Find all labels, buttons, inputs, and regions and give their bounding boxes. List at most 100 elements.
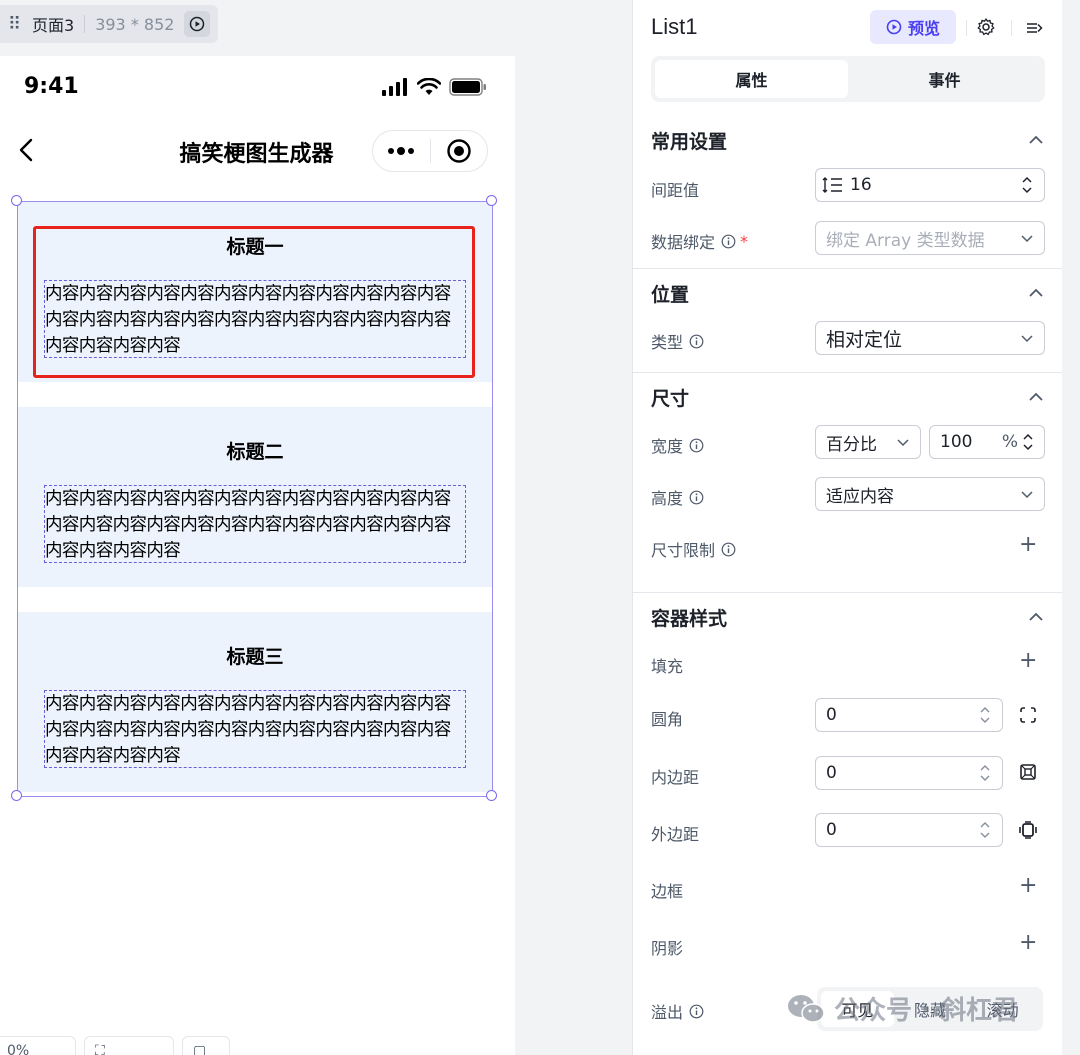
drag-handle-icon[interactable]: ⠿ (8, 14, 30, 35)
panel-tabs: 属性 事件 (651, 56, 1045, 102)
width-suffix: % (1001, 432, 1018, 452)
panel-header: List1 预览 (633, 0, 1063, 56)
watermark-text: 公众号 · 斜杠君 (834, 996, 1018, 1026)
add-fill-icon[interactable]: + (1019, 648, 1037, 673)
play-circle-icon (886, 19, 902, 35)
spacing-input[interactable]: 16 (815, 168, 1045, 202)
status-bar: 9:41 (0, 56, 515, 118)
history-button[interactable]: ▢ (182, 1036, 230, 1055)
radius-label: 圆角 (651, 710, 684, 729)
section-container-style[interactable]: 容器样式 (651, 602, 1045, 632)
history-icon: ▢ (193, 1043, 207, 1055)
padding-input[interactable]: 0 (815, 756, 1003, 790)
radius-value: 0 (826, 705, 837, 725)
height-label: 高度 (651, 489, 684, 508)
mini-program-capsule (372, 130, 488, 172)
navigation-bar: 搞笑梗图生成器 (0, 126, 515, 176)
stepper-icon[interactable] (978, 819, 992, 841)
border-label: 边框 (651, 882, 684, 901)
divider (84, 15, 86, 33)
wechat-icon (788, 994, 825, 1023)
chevron-up-icon[interactable] (1027, 284, 1045, 302)
spacing-value: 16 (850, 175, 872, 195)
info-icon[interactable] (689, 438, 704, 453)
add-border-icon[interactable]: + (1019, 873, 1037, 898)
play-circle-icon (190, 16, 205, 32)
gear-icon[interactable] (976, 17, 996, 37)
tab-properties[interactable]: 属性 (655, 60, 848, 98)
highlight-box (33, 226, 475, 378)
width-unit-select[interactable]: 百分比 (815, 425, 921, 459)
size-limit-label: 尺寸限制 (651, 541, 716, 560)
padding-label: 内边距 (651, 768, 700, 787)
chevron-down-icon (1021, 235, 1033, 243)
more-button[interactable] (373, 131, 430, 171)
required-mark: * (740, 231, 749, 251)
margin-label: 外边距 (651, 825, 700, 844)
width-label: 宽度 (651, 437, 684, 456)
chevron-up-icon[interactable] (1027, 388, 1045, 406)
add-shadow-icon[interactable]: + (1019, 930, 1037, 955)
add-size-limit-icon[interactable]: + (1019, 532, 1037, 557)
stepper-icon[interactable] (1022, 431, 1034, 453)
chevron-up-icon[interactable] (1027, 608, 1045, 626)
height-select[interactable]: 适应内容 (815, 477, 1045, 511)
wifi-icon (417, 78, 441, 95)
info-icon[interactable] (721, 542, 736, 557)
section-common[interactable]: 常用设置 (651, 125, 1045, 155)
width-value: 100 (940, 432, 973, 452)
radius-input[interactable]: 0 (815, 698, 1003, 732)
resize-handle[interactable] (11, 790, 22, 801)
close-mini-program-button[interactable] (431, 131, 488, 171)
padding-value: 0 (826, 763, 837, 783)
chevron-down-icon (1021, 491, 1033, 499)
data-binding-placeholder: 绑定 Array 类型数据 (826, 230, 985, 251)
stepper-icon[interactable] (978, 704, 992, 726)
margin-icon[interactable] (1019, 821, 1037, 839)
data-binding-select[interactable]: 绑定 Array 类型数据 (815, 221, 1045, 255)
page-tab[interactable]: ⠿ 页面3 393 * 852 (0, 5, 218, 43)
info-icon[interactable] (689, 490, 704, 505)
signal-icon (382, 78, 407, 96)
zoom-select[interactable]: 0% (0, 1036, 76, 1055)
spacing-label: 间距值 (651, 181, 700, 200)
width-input[interactable]: 100 % (929, 425, 1045, 459)
section-title: 尺寸 (651, 387, 690, 410)
info-icon[interactable] (689, 1004, 704, 1019)
position-type-label: 类型 (651, 333, 684, 352)
resize-handle[interactable] (486, 790, 497, 801)
section-title: 常用设置 (651, 130, 728, 153)
padding-icon[interactable] (1019, 763, 1037, 781)
component-name: List1 (651, 14, 698, 39)
page-dimensions: 393 * 852 (95, 14, 175, 34)
data-binding-label: 数据绑定 (651, 233, 716, 252)
corner-radius-icon[interactable] (1019, 706, 1037, 724)
preview-page-button[interactable] (184, 11, 211, 37)
position-type-value: 相对定位 (826, 328, 903, 351)
margin-value: 0 (826, 820, 837, 840)
resize-handle[interactable] (486, 195, 497, 206)
section-size[interactable]: 尺寸 (651, 382, 1045, 412)
collapse-panel-icon[interactable] (1024, 18, 1044, 38)
preview-button[interactable]: 预览 (870, 10, 956, 44)
chevron-up-icon[interactable] (1027, 131, 1045, 149)
shadow-label: 阴影 (651, 939, 684, 958)
line-spacing-icon (822, 177, 842, 193)
watermark: 公众号 · 斜杠君 (786, 990, 1018, 1027)
status-time: 9:41 (24, 74, 79, 99)
tab-events[interactable]: 事件 (848, 60, 1041, 98)
position-type-select[interactable]: 相对定位 (815, 321, 1045, 355)
view-controls[interactable]: ⛶ (84, 1036, 174, 1055)
stepper-icon[interactable] (978, 762, 992, 784)
info-icon[interactable] (689, 334, 704, 349)
resize-handle[interactable] (11, 195, 22, 206)
chevron-down-icon (897, 439, 909, 447)
info-icon[interactable] (721, 234, 736, 249)
page-name: 页面3 (32, 16, 75, 35)
margin-input[interactable]: 0 (815, 813, 1003, 847)
stepper-icon[interactable] (1020, 174, 1034, 196)
more-dots-icon (388, 147, 415, 155)
section-title: 位置 (651, 283, 690, 306)
chevron-down-icon (1021, 335, 1033, 343)
section-position[interactable]: 位置 (651, 278, 1045, 308)
